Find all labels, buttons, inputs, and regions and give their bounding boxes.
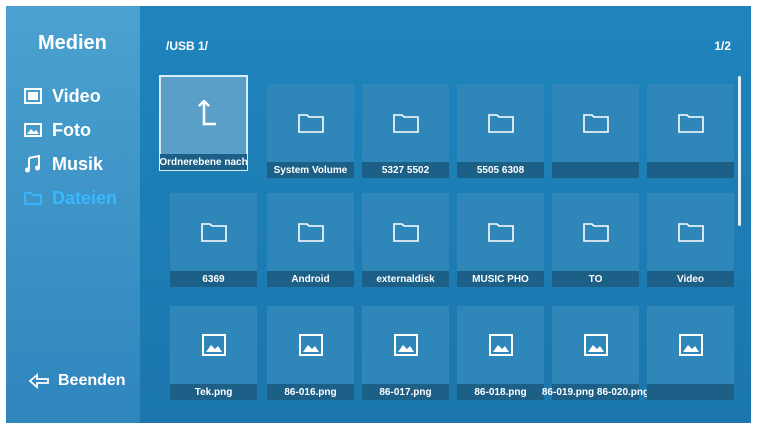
folder-icon — [200, 223, 227, 243]
folder-icon — [582, 223, 609, 243]
sidebar-item-label: Video — [52, 85, 101, 106]
image-file-icon — [678, 334, 703, 357]
image-file-icon — [201, 334, 226, 357]
folder-tile[interactable]: System Volume — [267, 84, 354, 178]
tile-label — [552, 162, 639, 178]
back-arrow-icon — [28, 373, 50, 389]
image-file-icon — [298, 334, 323, 357]
folder-tile[interactable]: TO — [552, 193, 639, 287]
tile-label: Ordnerebene nach — [159, 154, 248, 170]
exit-label: Beenden — [58, 372, 126, 389]
folder-icon — [582, 114, 609, 134]
sidebar-item-label: Musik — [52, 153, 104, 174]
go-up-tile[interactable]: Ordnerebene nach — [159, 75, 248, 171]
tile-label: 86-018.png — [457, 384, 544, 400]
media-player-screen: Medien Video Foto Musik Dateien Beenden … — [6, 6, 751, 423]
tile-label: 5505 6308 — [457, 162, 544, 178]
folder-icon — [392, 223, 419, 243]
tile-label: 5327 5502 — [362, 162, 449, 178]
page-indicator: 1/2 — [714, 39, 731, 53]
folder-icon — [487, 223, 514, 243]
image-file-icon — [488, 334, 513, 357]
image-tile[interactable]: 86-017.png — [362, 306, 449, 400]
image-file-icon — [583, 334, 608, 357]
sidebar: Medien Video Foto Musik Dateien Beenden — [6, 6, 140, 423]
tile-label: MUSIC PHO — [457, 271, 544, 287]
folder-tile[interactable]: 5505 6308 — [457, 84, 544, 178]
folder-tile[interactable]: externaldisk — [362, 193, 449, 287]
folder-tile[interactable]: Android — [267, 193, 354, 287]
sidebar-item-musik[interactable]: Musik — [24, 147, 117, 181]
up-arrow-icon — [197, 100, 216, 126]
sidebar-item-label: Foto — [52, 119, 91, 140]
tile-label: 86-017.png — [362, 384, 449, 400]
folder-tile[interactable]: MUSIC PHO — [457, 193, 544, 287]
folder-tile[interactable]: 5327 5502 — [362, 84, 449, 178]
exit-button[interactable]: Beenden — [28, 372, 126, 390]
image-tile[interactable]: Tek.png — [170, 306, 257, 400]
folder-tile[interactable]: Video — [647, 193, 734, 287]
folder-tile[interactable] — [552, 84, 639, 178]
tile-label: 86-016.png — [267, 384, 354, 400]
folder-icon — [487, 114, 514, 134]
breadcrumb: /USB 1/ — [166, 39, 209, 53]
sidebar-item-video[interactable]: Video — [24, 79, 117, 113]
tile-label — [647, 384, 734, 400]
file-browser: /USB 1/ 1/2 Ordnerebene nach System Volu… — [140, 6, 751, 423]
tile-label: Video — [647, 271, 734, 287]
tile-label: TO — [552, 271, 639, 287]
sidebar-item-dateien[interactable]: Dateien — [24, 181, 117, 215]
tile-label: 6369 — [170, 271, 257, 287]
image-tile[interactable] — [647, 306, 734, 400]
tile-label: Tek.png — [170, 384, 257, 400]
folder-tile[interactable] — [647, 84, 734, 178]
folder-icon — [24, 189, 42, 207]
folder-icon — [392, 114, 419, 134]
video-icon — [24, 87, 42, 105]
scrollbar[interactable] — [738, 76, 741, 226]
image-tile[interactable]: 86-019.png 86-020.png — [542, 306, 649, 400]
folder-icon — [677, 223, 704, 243]
tile-label: Android — [267, 271, 354, 287]
sidebar-menu: Video Foto Musik Dateien — [24, 79, 117, 215]
image-tile[interactable]: 86-016.png — [267, 306, 354, 400]
image-tile[interactable]: 86-018.png — [457, 306, 544, 400]
folder-tile[interactable]: 6369 — [170, 193, 257, 287]
folder-icon — [297, 114, 324, 134]
folder-icon — [677, 114, 704, 134]
tile-label: System Volume — [267, 162, 354, 178]
photo-icon — [24, 121, 42, 139]
sidebar-title: Medien — [38, 32, 107, 54]
image-file-icon — [393, 334, 418, 357]
folder-icon — [297, 223, 324, 243]
sidebar-item-label: Dateien — [52, 187, 118, 208]
tile-label — [647, 162, 734, 178]
sidebar-item-foto[interactable]: Foto — [24, 113, 117, 147]
tile-label: externaldisk — [362, 271, 449, 287]
tile-label: 86-019.png 86-020.png — [542, 384, 649, 400]
music-icon — [24, 155, 42, 173]
